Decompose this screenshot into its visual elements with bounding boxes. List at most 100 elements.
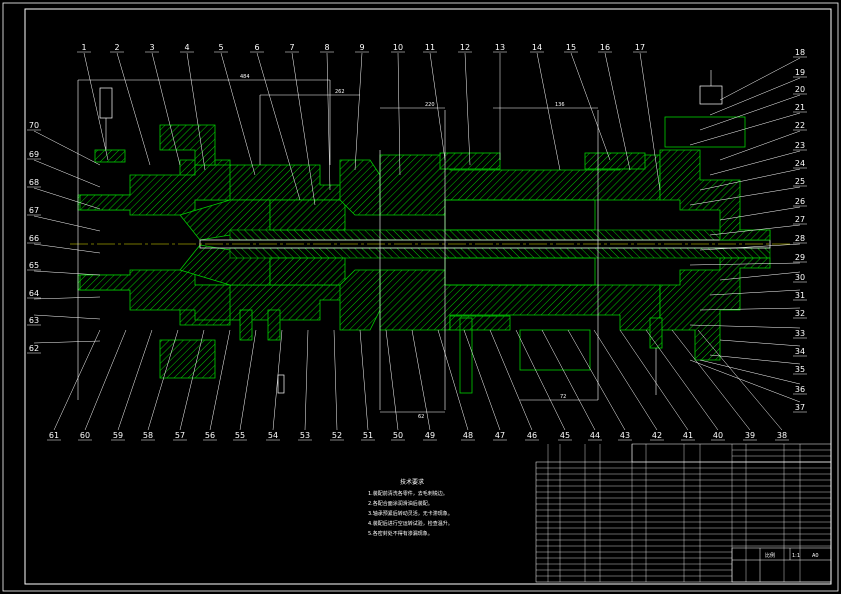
label-bottom-55: 55 [235, 431, 245, 440]
label-bottom-53-leader [304, 329, 309, 431]
label-bottom-44: 44 [590, 431, 600, 440]
label-right-18-leader [719, 57, 801, 101]
label-bottom-42: 42 [652, 431, 662, 440]
label-right-19: 19 [795, 68, 805, 77]
stud [277, 374, 285, 394]
label-bottom-48: 48 [463, 431, 473, 440]
label-left-70-leader [33, 130, 101, 166]
label-left-69-leader [33, 159, 101, 188]
label-top-5: 5 [218, 43, 223, 52]
label-right-24: 24 [795, 159, 805, 168]
label-top-7: 7 [289, 43, 294, 52]
title-cell-0: 比例 [765, 552, 775, 559]
label-bottom-43-leader [567, 329, 626, 431]
table-grid [536, 444, 831, 582]
label-top-17: 17 [635, 43, 645, 52]
hub-upper [269, 199, 346, 231]
dim-1: 262 [335, 89, 345, 95]
label-top-12-leader [464, 52, 471, 166]
label-bottom-41: 41 [683, 431, 693, 440]
label-bottom-54: 54 [268, 431, 278, 440]
title-cell-2: A0 [812, 553, 819, 559]
tech-title: 技术要求 [400, 478, 424, 486]
label-bottom-51: 51 [363, 431, 373, 440]
label-bottom-61-leader [53, 329, 101, 431]
label-left-65: 65 [29, 261, 39, 270]
label-top-8-leader [326, 52, 331, 191]
label-left-67: 67 [29, 206, 39, 215]
label-bottom-53: 53 [300, 431, 310, 440]
label-bottom-60: 60 [80, 431, 90, 440]
label-bottom-46-leader [489, 329, 533, 431]
gear-box-top [664, 116, 746, 148]
label-top-2-leader [116, 52, 151, 166]
label-right-21: 21 [795, 103, 805, 112]
label-top-11: 11 [425, 43, 435, 52]
label-bottom-47-leader [463, 329, 501, 431]
title-block: 比例 1:1 A0 [731, 547, 832, 583]
tech-line-3: 3.轴承预紧后转动灵活，无卡滞现象。 [368, 510, 453, 517]
label-top-9-leader [354, 52, 363, 171]
hub-lower [269, 257, 346, 286]
handle [99, 87, 113, 119]
tech-line-5: 5.各密封处不得有渗漏现象。 [368, 530, 433, 537]
label-right-34: 34 [795, 347, 805, 356]
label-left-70: 70 [29, 121, 39, 130]
label-left-69: 69 [29, 150, 39, 159]
label-right-33: 33 [795, 329, 805, 338]
rotor-lower [444, 257, 596, 286]
label-bottom-47: 47 [495, 431, 505, 440]
label-top-5-leader [220, 52, 256, 176]
assembly-drawing: 484 262 220 136 62 72 1 2 3 4 5 6 7 8 9 10 11 12 13 1… [2, 2, 839, 592]
label-left-63-leader [33, 314, 101, 320]
label-right-36: 36 [795, 385, 805, 394]
collar-upper [339, 159, 381, 216]
label-bottom-59-leader [117, 329, 153, 431]
label-bottom-45: 45 [560, 431, 570, 440]
label-right-23-leader [709, 150, 801, 176]
rotor-upper [444, 199, 596, 231]
label-right-22-leader [719, 130, 801, 161]
shaft-lower [229, 247, 771, 259]
parts-list-table [535, 443, 832, 583]
label-right-28: 28 [795, 234, 805, 243]
label-top-15: 15 [566, 43, 576, 52]
label-right-22: 22 [795, 121, 805, 130]
tech-line-4: 4.装配后进行空运转试验，检查温升。 [368, 520, 453, 527]
bearing-lower-left [449, 315, 511, 331]
label-top-2: 2 [114, 43, 119, 52]
title-cell-1: 1:1 [792, 553, 800, 559]
dim-5: 72 [560, 394, 566, 400]
label-bottom-52: 52 [332, 431, 342, 440]
label-left-63: 63 [29, 316, 39, 325]
label-right-25: 25 [795, 177, 805, 186]
label-left-66-leader [33, 243, 101, 254]
label-bottom-44-leader [541, 329, 596, 431]
label-bottom-57: 57 [175, 431, 185, 440]
tech-line-2: 2.各配合面涂润滑油后装配。 [368, 500, 433, 507]
label-bottom-55-leader [239, 329, 257, 431]
label-bottom-54-leader [272, 329, 283, 431]
label-top-9: 9 [359, 43, 364, 52]
label-top-16: 16 [600, 43, 610, 52]
label-bottom-45-leader [515, 329, 566, 431]
label-left-64-leader [33, 296, 101, 300]
spindle-section [70, 70, 790, 410]
label-top-10: 10 [393, 43, 403, 52]
label-right-27: 27 [795, 215, 805, 224]
tech-requirements: 技术要求 1.装配前清洗各零件，去毛刺锐边。 2.各配合面涂润滑油后装配。 3.… [368, 478, 453, 537]
bolt-1 [239, 309, 253, 341]
dim-4: 62 [418, 414, 424, 420]
label-top-8: 8 [324, 43, 329, 52]
lower-clamp-block [159, 339, 216, 379]
label-bottom-42-leader [593, 329, 658, 431]
label-left-65-leader [33, 270, 101, 276]
label-right-30: 30 [795, 273, 805, 282]
label-right-37-leader [689, 359, 801, 403]
label-right-29: 29 [795, 253, 805, 262]
shaft-upper [229, 229, 771, 241]
label-bottom-38-leader [697, 329, 783, 431]
label-top-6: 6 [254, 43, 259, 52]
dim-2: 220 [425, 102, 435, 108]
label-top-14: 14 [532, 43, 542, 52]
